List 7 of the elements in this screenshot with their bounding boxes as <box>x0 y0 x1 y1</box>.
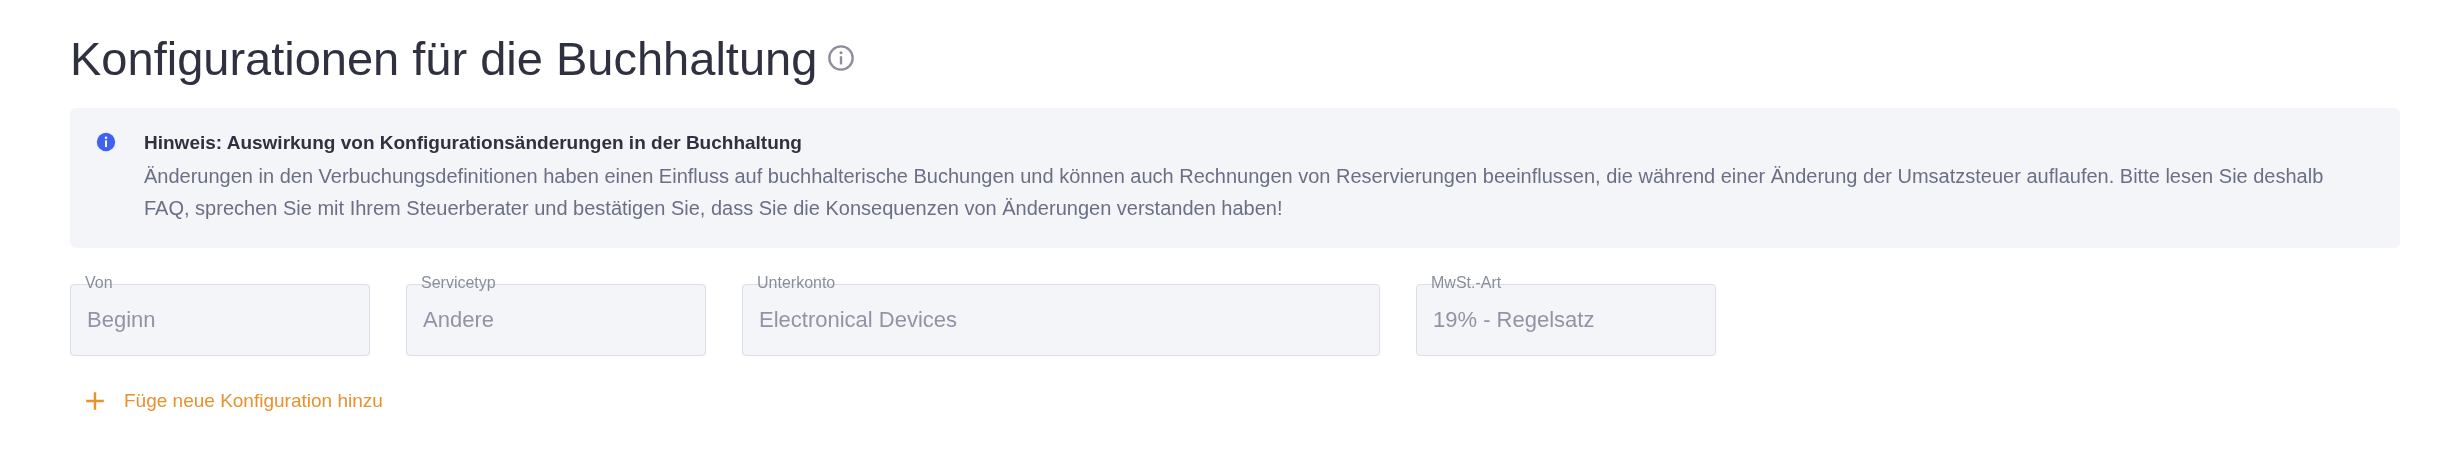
info-icon <box>96 132 116 152</box>
notice-text: Änderungen in den Verbuchungsdefinitionen haben einen Einfluss auf buchhalterische Buchungen und können auch Rechnungen von Reservierungen beeinflussen, die während einer Änderung der Umsatzsteuer auflaufen. Bitte lesen Sie deshalb FAQ, sprechen Sie mit Ihrem Steuerberater und bestätigen Sie, dass Sie die Konsequenzen von Änderungen verstanden haben! <box>144 164 2325 221</box>
plus-icon <box>84 390 106 412</box>
page-title: Konfigurationen für die Buchhaltung <box>70 30 818 86</box>
add-configuration-button[interactable]: Füge neue Konfiguration hinzu <box>84 386 383 416</box>
info-icon[interactable] <box>827 44 856 72</box>
notice-title: Hinweis: Auswirkung von Konfigurationsänderungen in der Buchhaltung <box>144 131 803 155</box>
